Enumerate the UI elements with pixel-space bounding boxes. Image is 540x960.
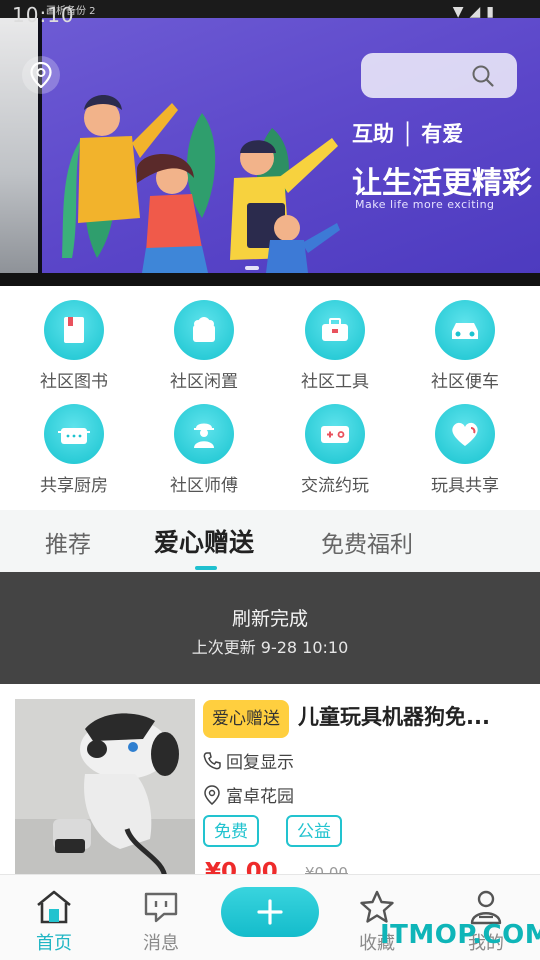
category-grid: 社区图书 社区闲置 社区工具 社区便车 共享厨房 社区师傅 交流约玩 玩具共享 bbox=[0, 286, 540, 510]
category-toys[interactable]: 玩具共享 bbox=[410, 404, 520, 496]
category-play[interactable]: 交流约玩 bbox=[280, 404, 390, 496]
category-tools[interactable]: 社区工具 bbox=[280, 300, 390, 392]
category-label: 交流约玩 bbox=[301, 476, 369, 496]
game-icon bbox=[305, 404, 365, 464]
charity-tag: 公益 bbox=[286, 815, 342, 847]
category-label: 社区图书 bbox=[40, 372, 108, 392]
banner-title-b: 让生活更精彩 bbox=[352, 166, 532, 201]
home-icon bbox=[34, 887, 74, 927]
book-icon bbox=[44, 300, 104, 360]
signal-battery-icon: ▼◢▮ bbox=[452, 4, 500, 20]
banner-illustration bbox=[62, 95, 340, 273]
location-pin-icon bbox=[30, 62, 52, 88]
item-title[interactable]: 儿童玩具机器狗免... bbox=[298, 701, 490, 731]
feed-tabs: 推荐 爱心赠送 免费福利 bbox=[0, 510, 540, 572]
category-label: 社区便车 bbox=[431, 372, 499, 392]
category-books[interactable]: 社区图书 bbox=[19, 300, 129, 392]
carousel-indicator bbox=[245, 266, 259, 270]
car-icon bbox=[435, 300, 495, 360]
heart-icon bbox=[435, 404, 495, 464]
reply-row: 回复显示 bbox=[203, 748, 294, 773]
phone-icon bbox=[203, 751, 221, 769]
refresh-title: 刷新完成 bbox=[231, 608, 308, 630]
idle-bag-icon bbox=[174, 300, 234, 360]
message-icon bbox=[141, 887, 181, 927]
refresh-time: 上次更新 9-28 10:10 bbox=[191, 638, 349, 657]
worker-icon bbox=[174, 404, 234, 464]
category-label: 社区师傅 bbox=[170, 476, 238, 496]
status-note: 画析备份 2 bbox=[46, 6, 96, 17]
robot-dog-image bbox=[15, 699, 195, 879]
reply-text: 回复显示 bbox=[226, 753, 294, 773]
banner-bottom-strip bbox=[0, 273, 540, 286]
pot-icon bbox=[44, 404, 104, 464]
location-row: 富卓花园 bbox=[203, 782, 294, 807]
banner-carousel[interactable]: 互助 │ 有爱 让生活更精彩 Make life more exciting bbox=[0, 18, 540, 286]
tab-recommend[interactable]: 推荐 bbox=[45, 525, 91, 559]
location-button[interactable] bbox=[22, 56, 60, 94]
active-tab-indicator bbox=[195, 566, 217, 570]
refresh-status: 刷新完成 上次更新 9-28 10:10 bbox=[0, 572, 540, 684]
publish-button[interactable] bbox=[221, 887, 319, 937]
app-screen: 10:10 画析备份 2 ▼◢▮ 互助 │ 有爱 让生活更精彩 Make lif… bbox=[0, 0, 540, 960]
nav-messages-label: 消息 bbox=[143, 933, 179, 954]
item-category-tag: 爱心赠送 bbox=[203, 700, 289, 738]
tab-free-benefits[interactable]: 免费福利 bbox=[321, 525, 413, 559]
category-label: 社区闲置 bbox=[170, 372, 238, 392]
nav-home[interactable]: 首页 bbox=[19, 887, 89, 955]
category-idle[interactable]: 社区闲置 bbox=[149, 300, 259, 392]
banner-title-a: 互助 │ 有爱 bbox=[352, 122, 464, 146]
search-box[interactable] bbox=[361, 53, 517, 98]
item-list: 爱心赠送 儿童玩具机器狗免... 回复显示 富卓花园 免费 公益 ¥0.00 ¥… bbox=[0, 684, 540, 885]
nav-home-label: 首页 bbox=[36, 933, 72, 954]
tab-love-gift[interactable]: 爱心赠送 bbox=[154, 523, 254, 559]
category-label: 共享厨房 bbox=[40, 476, 108, 496]
category-carpool[interactable]: 社区便车 bbox=[410, 300, 520, 392]
category-worker[interactable]: 社区师傅 bbox=[149, 404, 259, 496]
banner-subtitle: Make life more exciting bbox=[355, 198, 495, 211]
category-label: 玩具共享 bbox=[431, 476, 499, 496]
search-icon bbox=[472, 65, 494, 87]
toolbox-icon bbox=[305, 300, 365, 360]
location-text: 富卓花园 bbox=[226, 787, 294, 807]
item-photo[interactable] bbox=[15, 699, 195, 879]
site-watermark: ITMOP.COM bbox=[380, 920, 540, 950]
plus-icon bbox=[257, 899, 283, 925]
category-kitchen[interactable]: 共享厨房 bbox=[19, 404, 129, 496]
category-label: 社区工具 bbox=[301, 372, 369, 392]
status-bar: 10:10 画析备份 2 ▼◢▮ bbox=[0, 0, 540, 27]
nav-messages[interactable]: 消息 bbox=[126, 887, 196, 955]
location-pin-icon bbox=[204, 784, 220, 805]
free-tag: 免费 bbox=[203, 815, 259, 847]
